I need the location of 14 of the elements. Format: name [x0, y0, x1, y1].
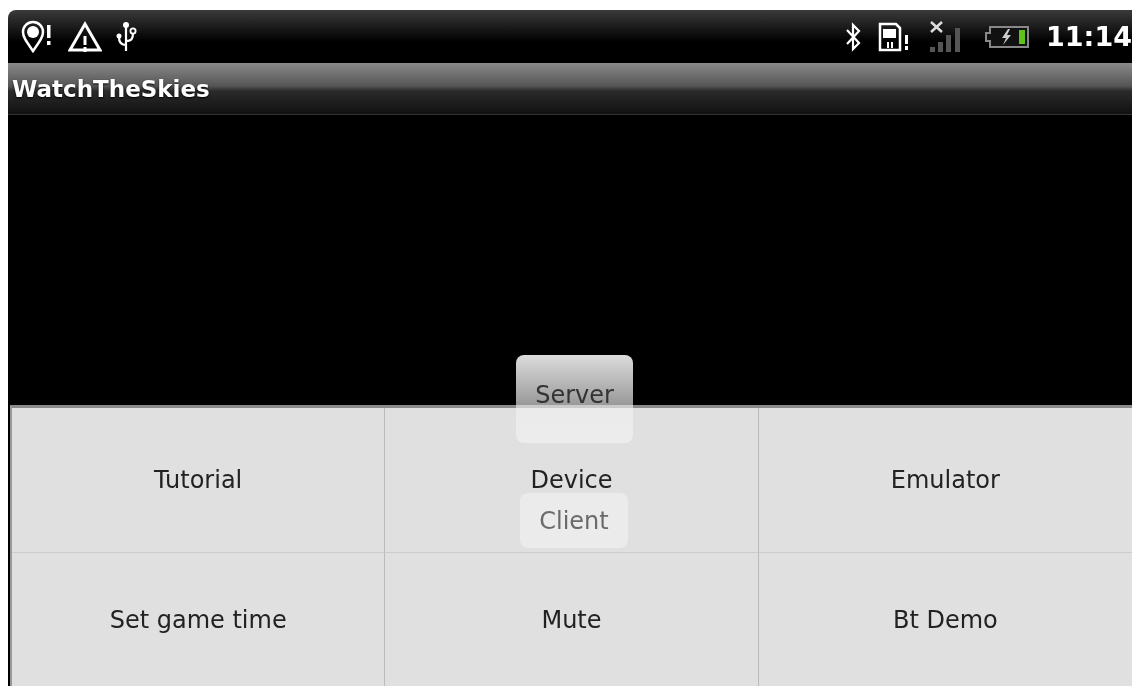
bluetooth-icon — [844, 21, 863, 52]
mode-button[interactable]: Client — [520, 493, 628, 548]
mode-button[interactable]: Server — [516, 355, 633, 443]
menu-item[interactable]: Mute — [385, 553, 759, 686]
menu-item[interactable]: Tutorial — [12, 408, 386, 553]
warning-icon — [68, 20, 102, 53]
battery-charging-icon — [984, 23, 1031, 50]
usb-icon — [116, 20, 138, 53]
clock: 11:14 — [1046, 21, 1132, 52]
app-title: WatchTheSkies — [12, 75, 210, 102]
menu-item[interactable]: Bt Demo — [758, 553, 1132, 686]
menu-item[interactable]: Set game time — [12, 553, 386, 686]
location-alert-icon — [20, 19, 54, 54]
menu-item[interactable]: Emulator — [758, 408, 1132, 553]
